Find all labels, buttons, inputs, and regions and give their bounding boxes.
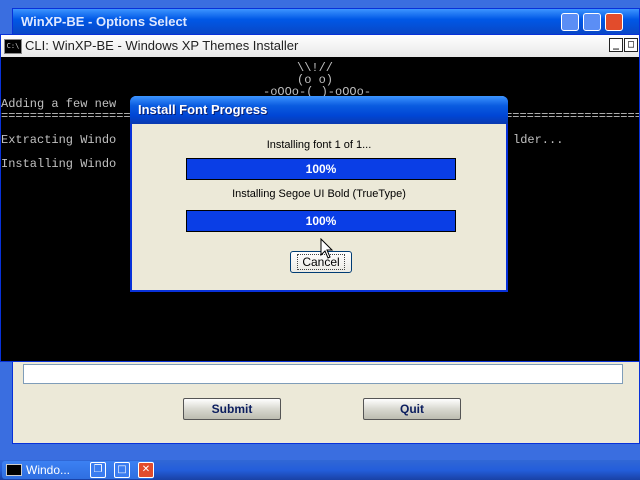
dialog-title: Install Font Progress	[138, 102, 268, 117]
submit-button[interactable]: Submit	[183, 398, 281, 420]
maximize-icon[interactable]: □	[114, 462, 130, 478]
console-maximize-icon[interactable]: □	[624, 38, 638, 52]
close-icon[interactable]: ✕	[138, 462, 154, 478]
options-window-titlebar[interactable]: WinXP-BE - Options Select	[13, 9, 639, 35]
font-count-status: Installing font 1 of 1...	[266, 139, 372, 151]
console-line: Extracting Windo	[1, 133, 117, 147]
font-progress-bar: 100%	[186, 210, 456, 232]
taskbar-window-button[interactable]: Windo... ❐ □ ✕	[2, 461, 154, 479]
close-icon[interactable]	[605, 13, 623, 31]
dialog-titlebar[interactable]: Install Font Progress	[130, 96, 508, 124]
font-progress-label: 100%	[305, 214, 337, 228]
mouse-cursor-icon	[320, 238, 334, 259]
overall-progress-label: 100%	[305, 162, 337, 176]
restore-icon[interactable]: ❐	[90, 462, 106, 478]
maximize-icon[interactable]	[583, 13, 601, 31]
minimize-icon[interactable]	[561, 13, 579, 31]
overall-progress-bar: 100%	[186, 158, 456, 180]
options-window-title: WinXP-BE - Options Select	[21, 14, 188, 29]
console-task-icon	[6, 464, 22, 476]
taskbar: Windo... ❐ □ ✕	[0, 460, 640, 480]
current-font-status: Installing Segoe UI Bold (TrueType)	[232, 188, 406, 200]
console-line: Installing Windo	[1, 157, 117, 171]
install-font-dialog: Install Font Progress Installing font 1 …	[130, 96, 508, 292]
options-list[interactable]	[23, 364, 623, 384]
console-app-icon[interactable]: C:\	[4, 39, 22, 54]
console-title: CLI: WinXP-BE - Windows XP Themes Instal…	[25, 38, 299, 53]
console-titlebar[interactable]: CLI: WinXP-BE - Windows XP Themes Instal…	[1, 35, 639, 57]
taskbar-window-label: Windo...	[26, 463, 71, 477]
console-minimize-icon[interactable]: _	[609, 38, 623, 52]
quit-button[interactable]: Quit	[363, 398, 461, 420]
console-line: lder...	[513, 133, 564, 147]
